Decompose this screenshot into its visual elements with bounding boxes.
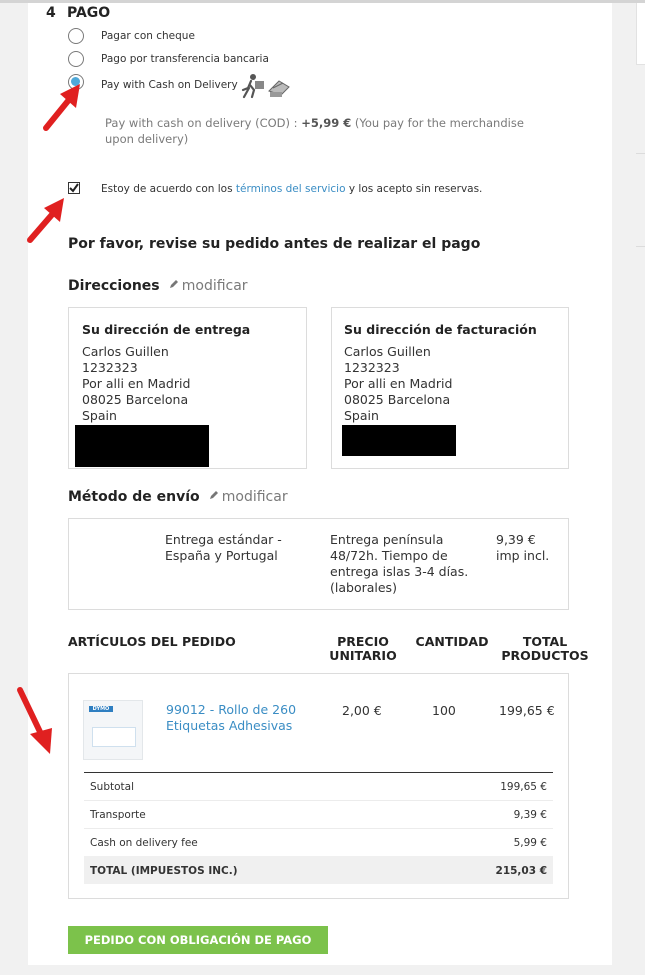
- cod-fee-amount: +5,99 €: [301, 116, 352, 130]
- shipping-name: Entrega estándar - España y Portugal: [165, 532, 282, 564]
- shipping-price-note: imp incl.: [496, 548, 550, 563]
- col-header-line: TOTAL: [522, 634, 568, 649]
- terms-suffix: y los acepto sin reservas.: [345, 183, 483, 195]
- terms-prefix: Estoy de acuerdo con los: [101, 183, 236, 195]
- product-unit-price: 2,00 €: [342, 703, 382, 718]
- shipping-cost-label: Transporte: [90, 809, 146, 821]
- invoice-address-line: Por alli en Madrid: [344, 376, 453, 391]
- shipping-desc-line: entrega islas 3-4 días.: [330, 564, 469, 579]
- redacted-block: [342, 425, 456, 456]
- modify-label: modificar: [221, 489, 288, 505]
- terms-of-service-link[interactable]: términos del servicio: [236, 183, 346, 195]
- product-name-link[interactable]: 99012 - Rollo de 260 Etiquetas Adhesivas: [166, 702, 296, 734]
- label-roll-icon: [92, 727, 136, 747]
- total-label: TOTAL (IMPUESTOS INC.): [90, 865, 238, 877]
- checkmark-icon: [69, 183, 79, 193]
- option-label-cheque: Pagar con cheque: [101, 30, 195, 42]
- product-name-line: Etiquetas Adhesivas: [166, 718, 293, 733]
- addresses-header: Direcciones modificar: [68, 275, 248, 294]
- redacted-block: [75, 425, 209, 467]
- delivery-address-line: 1232323: [82, 360, 138, 375]
- step-title: PAGO: [67, 5, 111, 21]
- step-number: 4: [46, 5, 56, 21]
- subtotal-label: Subtotal: [90, 781, 134, 793]
- right-gutter: [612, 3, 645, 975]
- place-order-button[interactable]: PEDIDO CON OBLIGACIÓN DE PAGO: [68, 926, 328, 954]
- terms-text: Estoy de acuerdo con los términos del se…: [101, 183, 482, 195]
- pencil-icon: [209, 491, 218, 499]
- shipping-name-line: España y Portugal: [165, 548, 278, 563]
- cod-delivery-icon: [239, 73, 293, 103]
- cod-fee-label: Cash on delivery fee: [90, 837, 198, 849]
- total-value: 215,03 €: [495, 865, 547, 877]
- side-divider: [636, 153, 645, 154]
- option-label-transfer: Pago por transferencia bancaria: [101, 53, 269, 65]
- shipping-cost-value: 9,39 €: [513, 809, 547, 821]
- shipping-description: Entrega península 48/72h. Tiempo de entr…: [330, 532, 468, 596]
- col-header-articles: ARTÍCULOS DEL PEDIDO: [68, 634, 236, 649]
- shipping-price-value: 9,39 €: [496, 532, 536, 547]
- annotation-arrow: [14, 684, 58, 758]
- subtotal-value: 199,65 €: [500, 781, 547, 793]
- delivery-address-title: Su dirección de entrega: [82, 322, 251, 337]
- cod-note-prefix: Pay with cash on delivery (COD) :: [105, 116, 302, 130]
- pencil-icon: [169, 280, 178, 288]
- bottom-gutter: [0, 965, 612, 975]
- shipping-heading: Método de envío: [68, 489, 200, 505]
- shipping-desc-line: (laborales): [330, 580, 397, 595]
- col-header-total: TOTAL PRODUCTOS: [500, 635, 590, 663]
- modify-label: modificar: [181, 278, 248, 294]
- annotation-arrow: [24, 194, 68, 246]
- delivery-address-line: Carlos Guillen: [82, 344, 169, 359]
- invoice-address-line: 08025 Barcelona: [344, 392, 451, 407]
- review-heading: Por favor, revise su pedido antes de rea…: [68, 236, 481, 252]
- invoice-address-line: Carlos Guillen: [344, 344, 431, 359]
- addresses-heading: Direcciones: [68, 278, 160, 294]
- terms-checkbox[interactable]: [68, 182, 80, 194]
- shipping-method-box: [68, 518, 569, 610]
- shipping-price: 9,39 € imp incl.: [496, 532, 549, 564]
- row-divider: [84, 828, 553, 829]
- summary-divider: [84, 772, 553, 773]
- invoice-address-title: Su dirección de facturación: [344, 322, 537, 337]
- cod-fee-note: Pay with cash on delivery (COD) : +5,99 …: [105, 115, 555, 147]
- col-header-line: UNITARIO: [329, 648, 397, 663]
- thumb-brand: DYMO: [89, 706, 113, 712]
- radio-pay-transfer[interactable]: [68, 51, 84, 67]
- delivery-address-line: Por alli en Madrid: [82, 376, 191, 391]
- product-quantity: 100: [432, 703, 456, 718]
- modify-addresses-link[interactable]: modificar: [165, 278, 248, 294]
- delivery-address-line: 08025 Barcelona: [82, 392, 189, 407]
- col-header-line: PRECIO: [337, 634, 389, 649]
- row-divider: [84, 800, 553, 801]
- product-name-line: 99012 - Rollo de 260: [166, 702, 297, 717]
- invoice-address-line: 1232323: [344, 360, 400, 375]
- cod-fee-value: 5,99 €: [513, 837, 547, 849]
- option-label-cod: Pay with Cash on Delivery: [101, 79, 238, 91]
- radio-pay-cheque[interactable]: [68, 28, 84, 44]
- side-divider: [636, 246, 645, 247]
- col-header-line: PRODUCTOS: [501, 648, 589, 663]
- side-widget: [636, 3, 645, 65]
- shipping-desc-line: 48/72h. Tiempo de: [330, 548, 448, 563]
- shipping-header: Método de envío modificar: [68, 486, 288, 505]
- product-total: 199,65 €: [499, 703, 555, 718]
- delivery-address-line: Spain: [82, 408, 117, 423]
- col-header-unit-price: PRECIO UNITARIO: [324, 635, 402, 663]
- shipping-name-line: Entrega estándar -: [165, 532, 282, 547]
- modify-shipping-link[interactable]: modificar: [205, 489, 288, 505]
- col-header-quantity: CANTIDAD: [415, 634, 489, 649]
- shipping-desc-line: Entrega península: [330, 532, 444, 547]
- product-thumbnail[interactable]: DYMO: [83, 700, 143, 760]
- annotation-arrow: [40, 80, 84, 134]
- invoice-address-line: Spain: [344, 408, 379, 423]
